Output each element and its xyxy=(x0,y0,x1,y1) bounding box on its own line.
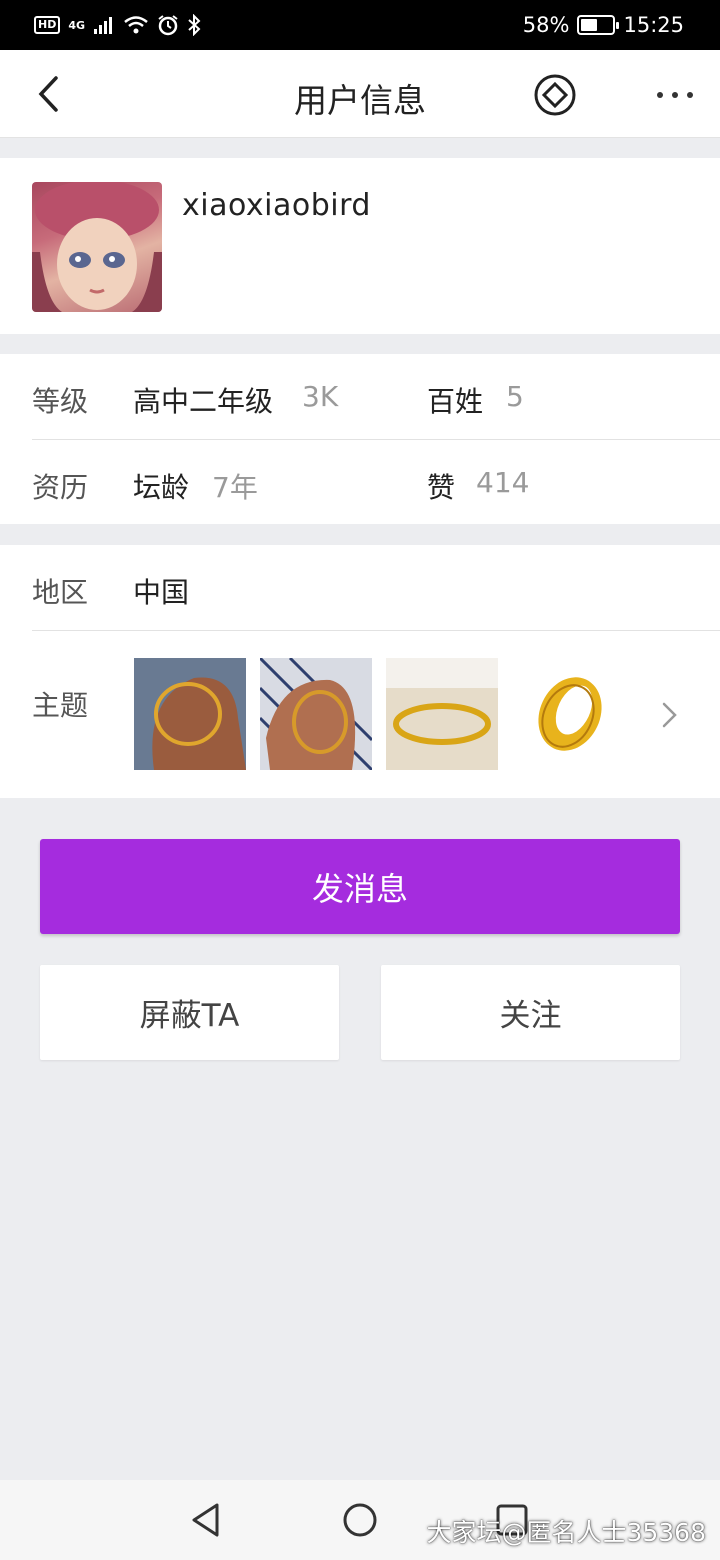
topic-image xyxy=(260,658,372,770)
status-bar: HD 4G 58% 15:25 xyxy=(0,0,720,50)
wifi-icon xyxy=(124,16,148,34)
forum-age-value: 7年 xyxy=(212,471,258,504)
level-score: 3K xyxy=(302,380,339,413)
watermark: 大家坛@匿名人士35368 xyxy=(426,1518,706,1547)
topic-thumbnail[interactable] xyxy=(512,658,624,770)
likes-value: 414 xyxy=(476,466,530,499)
diamond-badge-icon xyxy=(534,74,576,116)
triangle-back-icon xyxy=(192,1503,219,1537)
level-label: 等级 xyxy=(32,385,89,418)
likes-label: 赞 xyxy=(427,471,456,504)
stats-card: 等级 高中二年级 3K 百姓 5 资历 坛龄 7年 赞 414 xyxy=(0,354,720,524)
battery-icon xyxy=(577,15,620,35)
topics-label: 主题 xyxy=(32,689,89,722)
forum-age-label: 坛龄 xyxy=(133,471,190,504)
app-header: 用户信息 xyxy=(0,50,720,138)
bluetooth-icon xyxy=(188,14,201,36)
circle-home-icon xyxy=(343,1503,377,1537)
block-user-button[interactable]: 屏蔽TA xyxy=(40,965,339,1060)
more-dot-icon xyxy=(672,92,678,98)
medal-button[interactable] xyxy=(532,72,578,118)
topic-thumbnail[interactable] xyxy=(386,658,498,770)
topic-thumbnail[interactable] xyxy=(134,658,246,770)
clock: 15:25 xyxy=(623,13,684,37)
battery-percent: 58% xyxy=(522,13,570,37)
profile-card[interactable]: xiaoxiaobird xyxy=(0,158,720,418)
more-options-button[interactable] xyxy=(646,72,704,118)
more-dot-icon xyxy=(687,92,693,98)
seniority-row: 资历 坛龄 7年 赞 414 xyxy=(0,440,720,525)
info-card: 地区 中国 主题 xyxy=(0,545,720,798)
topic-image xyxy=(386,658,498,770)
topic-image xyxy=(512,658,624,770)
nav-back-button[interactable] xyxy=(184,1498,228,1542)
battery-fill xyxy=(581,19,598,31)
status-icons-right: 58% 15:25 xyxy=(523,13,684,37)
status-icons-left: HD 4G xyxy=(34,14,201,36)
hd-badge: HD xyxy=(34,16,61,34)
region-value: 中国 xyxy=(133,576,190,609)
topic-image xyxy=(134,658,246,770)
send-message-button[interactable]: 发消息 xyxy=(40,839,680,934)
rank-label: 百姓 xyxy=(427,385,484,418)
signal-icon xyxy=(94,17,113,34)
avatar-image xyxy=(32,182,162,312)
seniority-label: 资历 xyxy=(32,471,89,504)
rank-value: 5 xyxy=(506,380,524,413)
level-value: 高中二年级 xyxy=(133,385,274,418)
username: xiaoxiaobird xyxy=(182,188,371,223)
avatar[interactable] xyxy=(32,182,162,312)
region-row: 地区 中国 xyxy=(0,545,720,630)
alarm-icon xyxy=(158,15,178,36)
network-type: 4G xyxy=(68,18,86,32)
follow-button[interactable]: 关注 xyxy=(381,965,680,1060)
nav-home-button[interactable] xyxy=(338,1498,382,1542)
more-dot-icon xyxy=(657,92,663,98)
region-label: 地区 xyxy=(32,576,89,609)
level-row: 等级 高中二年级 3K 百姓 5 xyxy=(0,354,720,439)
topic-thumbnail[interactable] xyxy=(260,658,372,770)
page-title: 用户信息 xyxy=(294,81,426,120)
chevron-right-icon xyxy=(662,702,677,728)
